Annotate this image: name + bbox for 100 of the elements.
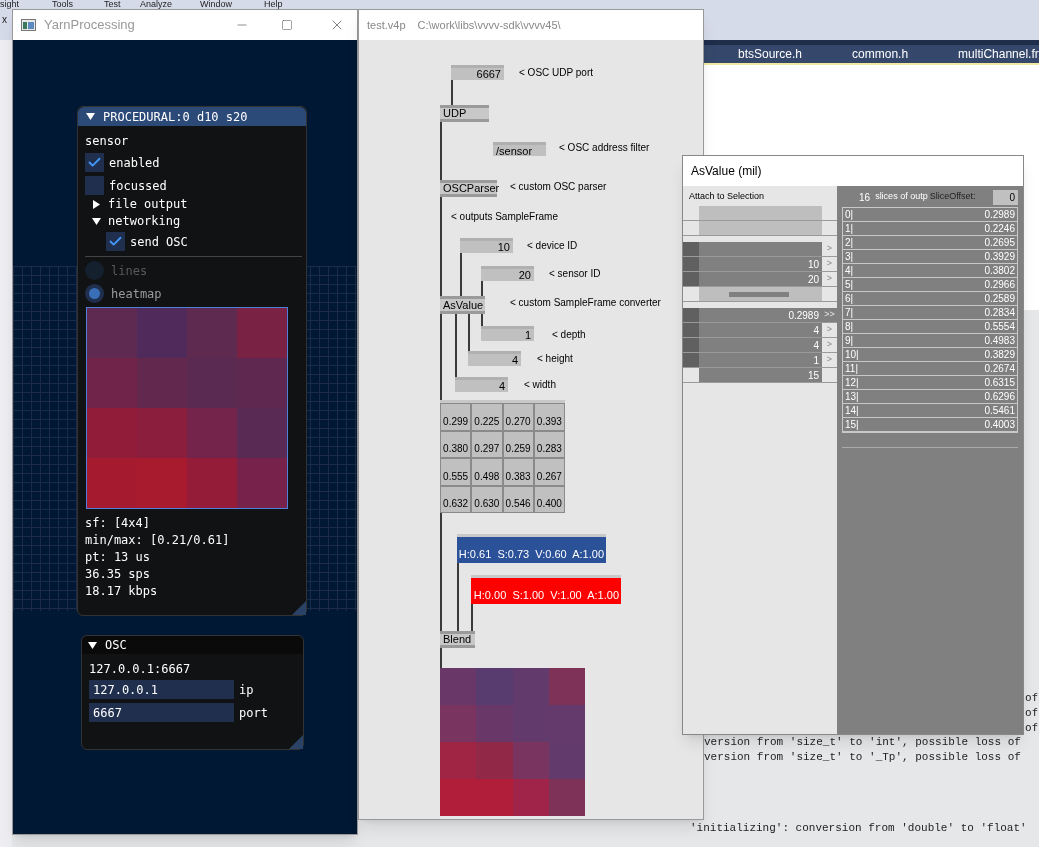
matrix-cell[interactable]: 0.380: [440, 430, 472, 458]
matrix-cell[interactable]: 0.299: [440, 403, 472, 431]
pin-value[interactable]: 20: [699, 272, 822, 286]
pin-value[interactable]: [699, 287, 822, 301]
pin-arrow[interactable]: >>: [824, 308, 835, 322]
matrix-cell[interactable]: 0.555: [440, 458, 472, 486]
pin-value[interactable]: 4: [699, 323, 822, 337]
heatmap-cell: [137, 308, 187, 358]
matrix-cell[interactable]: 0.267: [533, 458, 565, 486]
matrix-cell[interactable]: 0.546: [502, 485, 534, 513]
slice-row[interactable]: 4| 0.3802: [843, 264, 1017, 278]
color-box[interactable]: H:0.61 S:0.73 V:0.60 A:1.00: [457, 534, 606, 563]
menu-item[interactable]: Test: [104, 0, 121, 9]
panel-title: PROCEDURAL:0 d10 s20: [103, 108, 248, 126]
value-box[interactable]: /sensor: [493, 142, 546, 156]
color-box[interactable]: H:0.00 S:1.00 V:1.00 A:1.00: [471, 575, 621, 604]
pin-handle[interactable]: [683, 338, 699, 352]
matrix-cell[interactable]: 0.632: [440, 485, 472, 513]
panel-header[interactable]: OSC: [82, 636, 303, 654]
slice-row[interactable]: 12| 0.6315: [843, 376, 1017, 390]
slice-row[interactable]: 13| 0.6296: [843, 390, 1017, 404]
matrix-cell[interactable]: 0.225: [471, 403, 503, 431]
attach-label[interactable]: Attach to Selection: [683, 191, 837, 201]
patch-node[interactable]: UDP: [440, 105, 489, 122]
radio-button[interactable]: [85, 284, 104, 303]
slice-value: 0.4003: [984, 418, 1015, 432]
value-box[interactable]: 20: [481, 266, 534, 281]
resize-grip-icon[interactable]: [292, 601, 306, 615]
slice-row[interactable]: 7| 0.2834: [843, 306, 1017, 320]
pin-value[interactable]: 1: [699, 353, 822, 367]
pin-handle[interactable]: [683, 308, 699, 322]
heatmap-cell: [87, 458, 137, 508]
resize-grip-icon[interactable]: [289, 735, 303, 749]
matrix-cell[interactable]: 0.630: [471, 485, 503, 513]
slice-row[interactable]: 14| 0.5461: [843, 404, 1017, 418]
matrix-cell[interactable]: 0.383: [502, 458, 534, 486]
matrix-cell[interactable]: 0.393: [533, 403, 565, 431]
menu-item[interactable]: Help: [264, 0, 283, 9]
pin-value[interactable]: 0.2989: [699, 308, 822, 322]
menu-item[interactable]: Tools: [52, 0, 73, 9]
pin-value[interactable]: [699, 242, 822, 256]
matrix-cell[interactable]: 0.400: [533, 485, 565, 513]
slice-row[interactable]: 0| 0.2989: [843, 208, 1017, 222]
text-field[interactable]: 127.0.0.1: [89, 680, 234, 699]
editor-tab[interactable]: common.h: [852, 45, 909, 63]
pin-value[interactable]: 4: [699, 338, 822, 352]
value-box[interactable]: 10: [460, 238, 513, 253]
pin-value[interactable]: [699, 206, 822, 220]
matrix-cell[interactable]: 0.283: [533, 430, 565, 458]
slice-row[interactable]: 3| 0.3929: [843, 250, 1017, 264]
tab-close-button[interactable]: x: [2, 14, 7, 26]
slice-row[interactable]: 9| 0.4983: [843, 334, 1017, 348]
checkbox[interactable]: [85, 153, 104, 172]
slice-row[interactable]: 5| 0.2966: [843, 278, 1017, 292]
patch-node[interactable]: Blend: [440, 631, 475, 648]
slice-row[interactable]: 10| 0.3829: [843, 348, 1017, 362]
triangle-right-icon[interactable]: [92, 199, 101, 209]
value-box[interactable]: 6667: [451, 65, 504, 80]
pin-handle[interactable]: [683, 272, 699, 286]
matrix-cell[interactable]: 0.270: [502, 403, 534, 431]
pin-handle[interactable]: [683, 257, 699, 271]
pin-handle[interactable]: [683, 323, 699, 337]
slice-row[interactable]: 2| 0.2695: [843, 236, 1017, 250]
menu-item[interactable]: Analyze: [140, 0, 173, 9]
patch-node[interactable]: AsValue: [440, 296, 485, 314]
pin-handle[interactable]: [683, 353, 699, 367]
pin-value[interactable]: 10: [699, 257, 822, 271]
matrix-cell[interactable]: 0.498: [471, 458, 503, 486]
patch-node[interactable]: OSCParser: [440, 180, 497, 197]
slice-row[interactable]: 8| 0.5554: [843, 320, 1017, 334]
check-icon: [87, 155, 102, 170]
pin-handle[interactable]: [683, 242, 699, 256]
maximize-icon[interactable]: [281, 19, 293, 31]
checkbox[interactable]: [106, 232, 125, 251]
slice-row[interactable]: 15| 0.4003: [843, 418, 1017, 432]
value-box[interactable]: 4: [455, 377, 508, 392]
matrix-cell[interactable]: 0.259: [502, 430, 534, 458]
triangle-down-icon[interactable]: [92, 216, 101, 226]
pin-value[interactable]: [699, 221, 822, 235]
panel-header[interactable]: PROCEDURAL:0 d10 s20: [78, 107, 306, 126]
slice-row[interactable]: 1| 0.2246: [843, 222, 1017, 236]
panel-title: OSC: [105, 637, 127, 654]
value-box[interactable]: 1: [481, 326, 534, 341]
tree-node[interactable]: file output: [85, 196, 299, 212]
triangle-down-icon[interactable]: [86, 112, 95, 121]
checkbox[interactable]: [85, 176, 104, 195]
editor-tab[interactable]: multiChannel.fr: [958, 45, 1039, 63]
triangle-down-icon[interactable]: [88, 640, 97, 650]
value-box[interactable]: 4: [468, 351, 521, 366]
slice-row[interactable]: 11| 0.2674: [843, 362, 1017, 376]
offset-field[interactable]: 0: [993, 189, 1018, 205]
tree-node[interactable]: networking: [85, 213, 299, 229]
text-field[interactable]: 6667: [89, 703, 234, 722]
menu-item[interactable]: sight: [0, 0, 19, 9]
menu-item[interactable]: Window: [200, 0, 232, 9]
stat-text: pt: 13 us: [85, 549, 152, 566]
matrix-cell[interactable]: 0.297: [471, 430, 503, 458]
pin-value[interactable]: 15: [699, 368, 822, 382]
editor-tab[interactable]: btsSource.h: [738, 45, 803, 63]
slice-row[interactable]: 6| 0.2589: [843, 292, 1017, 306]
